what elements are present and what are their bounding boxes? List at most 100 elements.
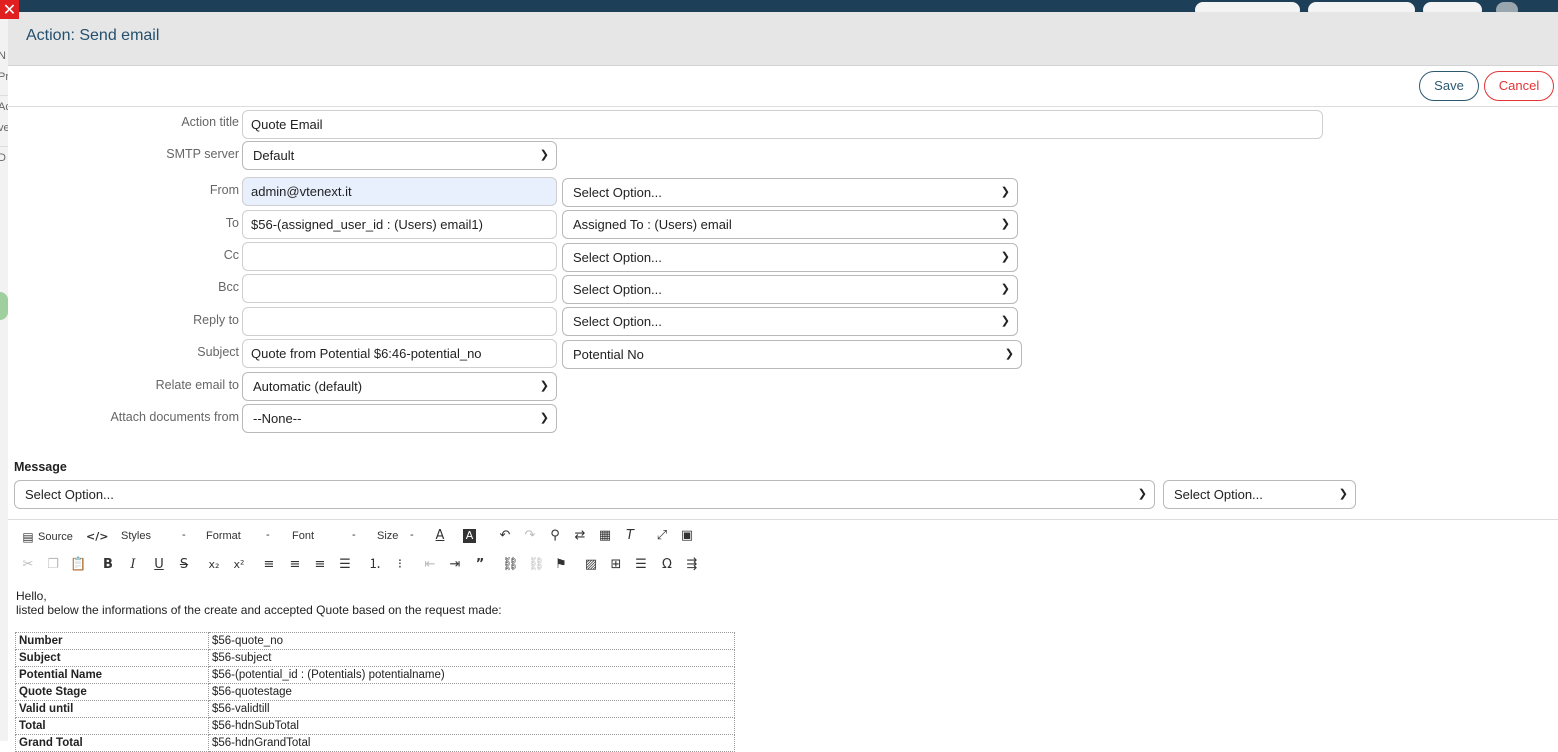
maximize-icon[interactable]: ⤢ [654,529,670,543]
table-value: $56-quotestage [208,683,735,701]
background-label: Pr [0,71,8,83]
align-justify-icon[interactable]: ☰ [337,558,353,572]
editor-intro[interactable]: listed below the informations of the cre… [16,603,502,617]
remove-format-icon[interactable]: T [622,529,638,543]
undo-icon[interactable]: ↶ [497,529,513,543]
align-center-icon[interactable]: ≡ [287,558,303,572]
background-label: N [0,50,6,62]
align-right-icon[interactable]: ≡ [312,558,328,572]
reply-to-field-select[interactable]: Select Option... ❯ [562,307,1018,336]
action-title-input[interactable]: Quote Email [242,110,1323,139]
table-key: Quote Stage [15,683,209,701]
chevron-down-icon: ❯ [1338,488,1348,500]
format-dropdown[interactable]: Format [206,530,241,542]
quote-info-table[interactable]: Number $56-quote_no Subject $56-subject Po… [15,632,735,752]
replace-icon[interactable]: ⇄ [572,529,588,543]
indent-icon[interactable]: ⇥ [447,558,463,572]
to-field-select[interactable]: Assigned To : (Users) email ❯ [562,210,1018,239]
save-button[interactable]: Save [1419,71,1479,101]
text-color-icon[interactable]: A [432,529,448,543]
superscript-icon[interactable]: x² [231,558,247,572]
background-badge [0,292,8,320]
table-row: Grand Total $56-hdnGrandTotal [15,734,735,752]
bold-icon[interactable]: B [100,558,116,572]
table-row: Valid until $56-validtill [15,700,735,718]
bcc-field-select[interactable]: Select Option... ❯ [562,275,1018,304]
relate-email-to-select[interactable]: Automatic (default) ❯ [242,372,557,401]
search-icon[interactable]: ⚲ [547,529,563,543]
styles-dropdown[interactable]: Styles [121,530,151,542]
show-blocks-icon[interactable]: ▣ [679,529,695,543]
table-key: Total [15,717,209,735]
subscript-icon[interactable]: x₂ [206,558,222,572]
table-key: Number [15,632,209,650]
size-chevron-icon: - [410,529,414,541]
message-field-select[interactable]: Select Option... ❯ [14,480,1155,509]
to-input[interactable]: $56-(assigned_user_id : (Users) email1) [242,210,557,239]
align-left-icon[interactable]: ≡ [261,558,277,572]
table-value: $56-validtill [208,700,735,718]
subject-input[interactable]: Quote from Potential $6:46-potential_no [242,339,557,368]
unlink-icon[interactable]: ⛓ [528,558,545,572]
size-dropdown[interactable]: Size [377,530,398,542]
table-value: $56-hdnSubTotal [208,717,735,735]
table-icon[interactable]: ⊞ [608,558,624,572]
from-input[interactable]: admin@vtenext.it [242,177,557,206]
link-icon[interactable]: ⛓ [502,558,519,572]
editor-greeting[interactable]: Hello, [16,589,47,603]
smtp-server-select[interactable]: Default ❯ [242,141,557,170]
source-button[interactable]: Source [38,531,73,543]
chevron-down-icon: ❯ [1004,348,1014,360]
redo-icon[interactable]: ↷ [522,529,538,543]
message-secondary-select[interactable]: Select Option... ❯ [1163,480,1356,509]
select-all-icon[interactable]: ▦ [597,529,613,543]
table-row: Subject $56-subject [15,649,735,667]
source-icon[interactable]: ▤ [20,530,36,544]
cancel-button[interactable]: Cancel [1484,71,1554,101]
anchor-flag-icon[interactable]: ⚑ [553,558,569,572]
numbered-list-icon[interactable]: ⒈ [367,558,383,572]
chevron-down-icon: ❯ [539,412,549,424]
image-icon[interactable]: ▨ [583,558,599,572]
outdent-icon[interactable]: ⇤ [422,558,438,572]
attach-documents-label: Attach documents from [110,410,239,424]
bcc-option-value: Select Option... [573,282,662,297]
paste-icon[interactable]: 📋 [70,558,86,572]
copy-icon[interactable]: ❐ [45,558,61,572]
subject-field-select[interactable]: Potential No ❯ [562,340,1022,369]
reply-to-option-value: Select Option... [573,314,662,329]
special-char-icon[interactable]: Ω [659,558,675,572]
horizontal-line-icon[interactable]: ☰ [633,558,649,572]
font-dropdown[interactable]: Font [292,530,314,542]
cc-label: Cc [223,248,239,262]
font-chevron-icon: - [352,529,356,541]
cc-field-select[interactable]: Select Option... ❯ [562,243,1018,272]
dialog-header: Action: Send email [8,12,1558,66]
bcc-label: Bcc [218,280,239,294]
code-icon[interactable]: </> [86,530,108,544]
blockquote-icon[interactable]: ” [472,558,488,572]
underline-icon[interactable]: U [151,558,167,572]
from-option-value: Select Option... [573,185,662,200]
message-label: Message [14,460,67,474]
dialog-actions: Save Cancel [8,67,1558,107]
bcc-input[interactable] [242,274,557,303]
bulleted-list-icon[interactable]: ⁝ [392,558,408,572]
close-icon[interactable]: ✕ [0,0,19,19]
table-value: $56-(potential_id : (Potentials) potenti… [208,666,735,684]
to-option-value: Assigned To : (Users) email [573,217,732,232]
from-field-select[interactable]: Select Option... ❯ [562,178,1018,207]
attach-documents-select[interactable]: --None-- ❯ [242,404,557,433]
chevron-down-icon: ❯ [1137,488,1147,500]
reply-to-input[interactable] [242,307,557,336]
attach-documents-value: --None-- [253,411,302,426]
cc-input[interactable] [242,242,557,271]
page-break-icon[interactable]: ⇶ [684,558,700,572]
from-label: From [209,183,239,197]
table-value: $56-quote_no [208,632,735,650]
strikethrough-icon[interactable]: S [176,558,192,572]
background-color-icon[interactable]: A [463,529,476,543]
cut-icon[interactable]: ✂ [20,558,36,572]
italic-icon[interactable]: I [125,558,141,572]
table-value: $56-subject [208,649,735,667]
